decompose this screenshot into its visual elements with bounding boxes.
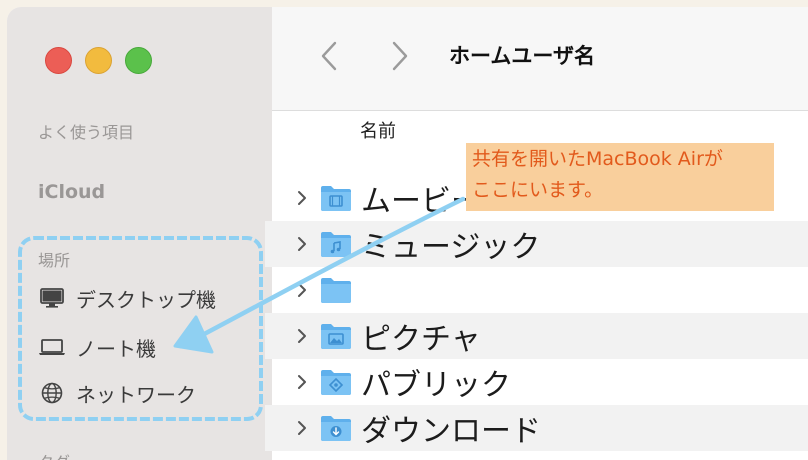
minimize-window-button[interactable] <box>85 47 112 74</box>
pictures-folder-icon <box>320 322 352 350</box>
disclosure-chevron-icon[interactable] <box>296 280 314 300</box>
folder-icon <box>320 276 352 304</box>
annotation-line-1: 共有を開いたMacBook Airが <box>472 148 723 170</box>
movies-folder-icon <box>320 184 352 212</box>
annotation-line-2: ここにいます。 <box>472 179 604 201</box>
sidebar-item-laptop[interactable]: ノート機 <box>38 331 156 363</box>
file-name: ムービー <box>361 184 481 219</box>
annotation-callout: 共有を開いたMacBook Airが ここにいます。 <box>466 143 774 211</box>
disclosure-chevron-icon[interactable] <box>296 188 314 208</box>
sidebar-item-label: デスクトップ機 <box>76 287 216 312</box>
list-item[interactable]: ダウンロード <box>265 405 808 451</box>
sidebar-item-desktop-machine[interactable]: デスクトップ機 <box>38 282 216 314</box>
window-title: ホームユーザ名 <box>449 44 595 68</box>
list-item[interactable]: パブリック <box>265 359 808 405</box>
sidebar-heading-icloud[interactable]: iCloud <box>38 181 105 203</box>
sidebar-item-label: ノート機 <box>76 336 156 361</box>
music-folder-icon <box>320 230 352 258</box>
sidebar-item-label: ネットワーク <box>76 382 196 407</box>
disclosure-chevron-icon[interactable] <box>296 418 314 438</box>
downloads-folder-icon <box>320 414 352 442</box>
list-item[interactable]: ミュージック <box>265 221 808 267</box>
chevron-left-icon <box>321 41 337 71</box>
desktop-icon <box>38 287 66 309</box>
sidebar-item-network[interactable]: ネットワーク <box>38 377 196 409</box>
toolbar: ホームユーザ名 <box>272 7 808 111</box>
public-folder-icon <box>320 368 352 396</box>
column-header-name[interactable]: 名前 <box>360 117 396 143</box>
file-name: パブリック <box>361 368 511 403</box>
chevron-right-icon <box>392 41 408 71</box>
file-name: ミュージック <box>361 230 541 265</box>
back-button[interactable] <box>317 39 341 73</box>
list-item[interactable] <box>265 267 808 313</box>
disclosure-chevron-icon[interactable] <box>296 372 314 392</box>
sidebar-heading-locations[interactable]: 場所 <box>38 247 70 271</box>
sidebar-heading-tags[interactable]: タグ <box>38 449 70 460</box>
file-name: ダウンロード <box>361 414 541 449</box>
disclosure-chevron-icon[interactable] <box>296 234 314 254</box>
file-name: ピクチャ <box>361 322 481 357</box>
sidebar-heading-favorites[interactable]: よく使う項目 <box>38 119 134 143</box>
disclosure-chevron-icon[interactable] <box>296 326 314 346</box>
forward-button[interactable] <box>388 39 412 73</box>
laptop-icon <box>38 336 66 358</box>
sidebar: よく使う項目 iCloud 場所 デスクトップ機 ノート機 ネットワーク <box>7 7 272 460</box>
globe-icon <box>38 382 66 404</box>
close-window-button[interactable] <box>45 47 72 74</box>
list-item[interactable]: ピクチャ <box>265 313 808 359</box>
zoom-window-button[interactable] <box>125 47 152 74</box>
